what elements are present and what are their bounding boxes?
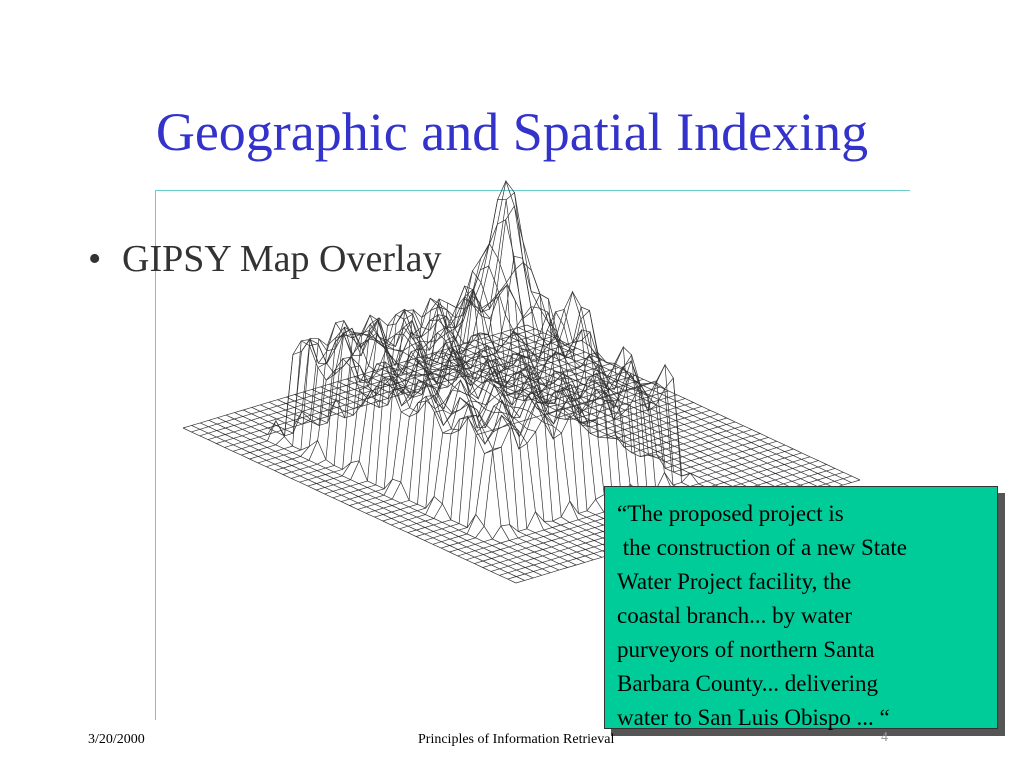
quote-callout: “The proposed project is the constructio… xyxy=(604,486,998,730)
callout-line: Barbara County... delivering xyxy=(617,671,879,696)
callout-line: “The proposed project is xyxy=(617,501,844,526)
mesh-line xyxy=(286,319,620,553)
mesh-line xyxy=(234,340,568,568)
callout-line: Water Project facility, the xyxy=(617,569,852,594)
mesh-line xyxy=(380,219,714,525)
callout-line: the construction of a new State xyxy=(617,535,907,560)
footer-date: 3/20/2000 xyxy=(88,732,145,747)
page-number: 4 xyxy=(881,730,888,745)
callout-line: water to San Luis Obispo ... “ xyxy=(617,705,890,730)
footer-title: Principles of Information Retrieval xyxy=(418,732,615,747)
mesh-line xyxy=(303,314,637,548)
callout-line: coastal branch... by water xyxy=(617,603,853,628)
callout-line: purveyors of northern Santa xyxy=(617,637,875,662)
mesh-line xyxy=(191,328,536,433)
